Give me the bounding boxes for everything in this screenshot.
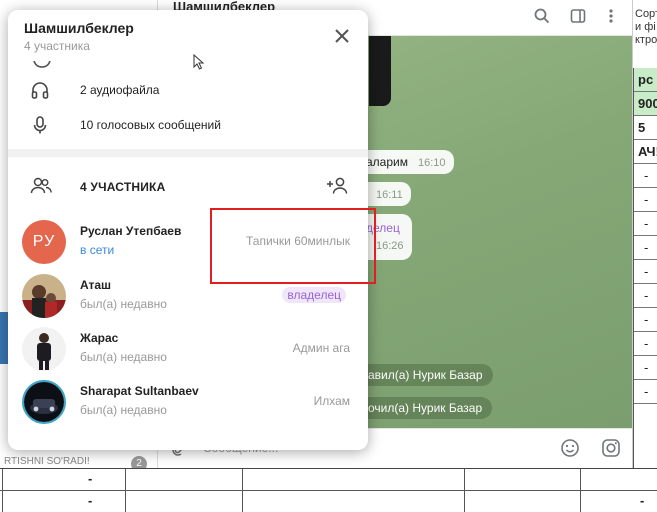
chat-snippet[interactable]: RTISHNI SO'RADI!	[4, 456, 90, 467]
highlight-box	[210, 208, 376, 284]
sheet-row	[0, 469, 657, 491]
sheet-cell[interactable]: -	[634, 164, 657, 188]
headphones-icon	[30, 80, 50, 100]
message-bubble[interactable]: аларим 16:10	[358, 150, 454, 174]
sheet-cell[interactable]: рс	[634, 68, 657, 92]
close-button[interactable]	[330, 24, 354, 48]
sheet-cell[interactable]: -	[634, 260, 657, 284]
sheet-cell[interactable]: -	[634, 188, 657, 212]
sheet-gridline	[242, 469, 243, 512]
sheet-cell[interactable]: 900	[634, 92, 657, 116]
sheet-cell[interactable]: -	[88, 493, 92, 508]
member-row[interactable]: Жарас был(а) недавно Админ ага	[8, 322, 368, 374]
avatar: РУ	[22, 220, 66, 264]
sheet-row	[0, 491, 657, 512]
search-icon[interactable]	[533, 8, 551, 26]
more-options-icon[interactable]	[602, 8, 620, 26]
sheet-cell[interactable]: -	[88, 471, 92, 486]
member-status: в сети	[80, 243, 115, 257]
service-message: авил(а) Нурик Базар	[358, 364, 493, 386]
section-divider	[8, 149, 368, 157]
voice-messages-label: 10 голосовых сообщений	[80, 118, 221, 132]
modal-title: Шамшилбеклер	[24, 20, 134, 36]
sheet-cell[interactable]: АЧ!	[634, 140, 657, 164]
message-time: 16:26	[376, 240, 404, 252]
sheet-text-line: Сорт	[635, 8, 657, 20]
sheet-text-line: и фі	[635, 21, 656, 33]
member-count: 4 участника	[24, 39, 90, 53]
sheet-cell[interactable]: -	[640, 493, 644, 508]
avatar	[22, 380, 66, 424]
sheet-cell[interactable]: -	[634, 212, 657, 236]
partial-icon	[33, 60, 51, 68]
unread-badge: 2	[131, 456, 147, 468]
sheet-column: рс 900 5 АЧ! - - - - - - - - - -	[633, 68, 657, 468]
mouse-cursor-icon	[193, 53, 205, 70]
close-icon	[335, 29, 349, 43]
sheet-cell[interactable]: -	[634, 236, 657, 260]
microphone-icon	[30, 115, 50, 135]
voice-messages-row[interactable]: 10 голосовых сообщений	[8, 108, 368, 142]
audio-files-label: 2 аудиофайла	[80, 83, 160, 97]
member-name: Руслан Утепбаев	[80, 224, 182, 238]
sheet-cell[interactable]: -	[634, 380, 657, 404]
members-header: 4 УЧАСТНИКА	[8, 170, 368, 202]
media-thumbnail[interactable]	[369, 36, 391, 106]
members-icon	[30, 176, 52, 196]
member-name: Аташ	[80, 278, 112, 292]
message-text: аларим	[366, 155, 408, 169]
sheet-top-text: Сорт и фі ктро	[633, 0, 657, 68]
member-row[interactable]: Sharapat Sultanbaev был(а) недавно Илхам	[8, 375, 368, 427]
message-time: 16:11	[376, 189, 403, 201]
sheet-text-line: ктро	[635, 34, 657, 46]
message-time: 16:10	[417, 157, 446, 169]
sidebar-toggle-icon[interactable]	[569, 8, 587, 26]
member-title: Админ ага	[292, 341, 350, 355]
member-name: Жарас	[80, 331, 119, 345]
sheet-bottom-rows: - - -	[0, 468, 657, 512]
member-name: Sharapat Sultanbaev	[80, 384, 199, 398]
sheet-gridline	[125, 469, 126, 512]
instagram-icon[interactable]	[600, 438, 622, 460]
member-title: Илхам	[313, 394, 350, 408]
service-message: очил(а) Нурик Базар	[358, 397, 493, 419]
avatar	[22, 327, 66, 371]
member-status: был(а) недавно	[80, 297, 167, 311]
audio-files-row[interactable]: 2 аудиофайла	[8, 73, 368, 107]
add-member-icon[interactable]	[326, 176, 350, 196]
avatar	[22, 274, 66, 318]
sheet-gridline	[580, 469, 581, 512]
member-status: был(а) недавно	[80, 403, 167, 417]
sheet-cell[interactable]: 5	[634, 116, 657, 140]
sheet-cell[interactable]: -	[634, 332, 657, 356]
emoji-icon[interactable]	[559, 438, 581, 460]
members-count-label: 4 УЧАСТНИКА	[80, 180, 166, 194]
owner-badge: владелец	[282, 287, 346, 303]
sheet-gridline	[464, 469, 465, 512]
sheet-cell[interactable]: -	[634, 284, 657, 308]
scrolled-content-edge	[8, 56, 368, 68]
sheet-cell[interactable]: -	[634, 356, 657, 380]
sheet-gridline	[2, 469, 3, 512]
member-status: был(а) недавно	[80, 350, 167, 364]
sheet-cell[interactable]: -	[634, 308, 657, 332]
